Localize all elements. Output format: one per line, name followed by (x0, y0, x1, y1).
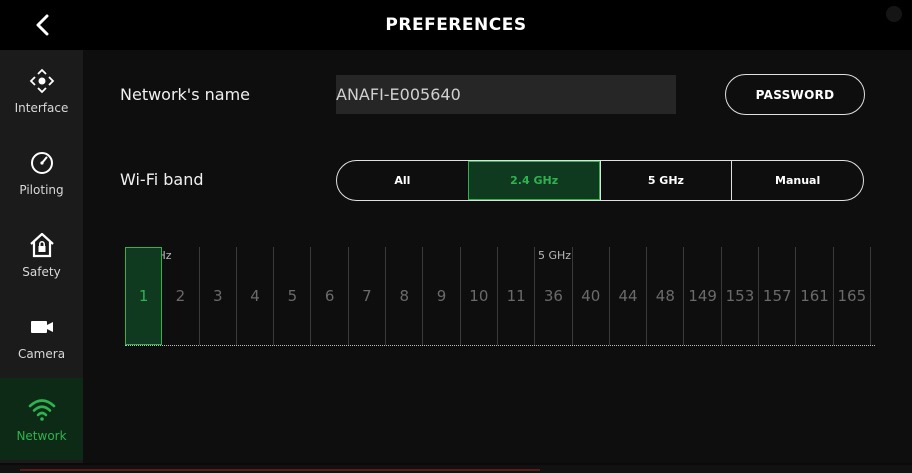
password-button[interactable]: PASSWORD (725, 74, 865, 115)
channel-7[interactable]: 7 (349, 247, 387, 345)
sidebar: Interface Piloting Safety Camera Network (0, 50, 83, 463)
sidebar-item-label: Camera (17, 347, 66, 361)
band-option-manual[interactable]: Manual (731, 161, 863, 200)
sidebar-item-label: Network (16, 429, 67, 443)
channel-48[interactable]: 48 (647, 247, 685, 345)
channel-149[interactable]: 149 (685, 247, 722, 345)
channel-157[interactable]: 157 (759, 247, 797, 345)
channel-5[interactable]: 5 (274, 247, 312, 345)
channel-153[interactable]: 153 (722, 247, 760, 345)
header-bar: PREFERENCES (0, 0, 912, 50)
wifi-band-label: Wi-Fi band (120, 170, 204, 189)
network-name-input[interactable] (336, 75, 676, 114)
band-option-5ghz[interactable]: 5 GHz (599, 161, 732, 200)
sidebar-item-network[interactable]: Network (0, 378, 83, 460)
gauge-icon (28, 149, 56, 177)
channel-2[interactable]: 2 (162, 247, 200, 345)
wifi-icon (27, 395, 57, 423)
channel-40[interactable]: 40 (573, 247, 610, 345)
dpad-icon (28, 67, 56, 95)
bottom-indicator-line (20, 469, 540, 471)
home-lock-icon (28, 231, 56, 259)
sidebar-item-label: Safety (22, 265, 61, 279)
channel-9[interactable]: 9 (423, 247, 461, 345)
band-option-24ghz[interactable]: 2.4 GHz (467, 161, 600, 200)
channel-36[interactable]: 36 (535, 247, 573, 345)
channel-10[interactable]: 10 (461, 247, 498, 345)
page-title: PREFERENCES (385, 15, 527, 35)
channel-baseline (125, 345, 875, 346)
channel-1[interactable]: 1 (125, 247, 163, 345)
channel-165[interactable]: 165 (834, 247, 871, 345)
chevron-left-icon (36, 14, 49, 36)
channel-4[interactable]: 4 (237, 247, 275, 345)
back-button[interactable] (28, 10, 58, 40)
channel-161[interactable]: 161 (796, 247, 834, 345)
sidebar-item-camera[interactable]: Camera (0, 296, 83, 378)
channel-11[interactable]: 11 (498, 247, 536, 345)
channel-8[interactable]: 8 (386, 247, 424, 345)
corner-indicator (886, 6, 902, 22)
network-settings-panel: Network's name PASSWORD Wi-Fi band All 2… (83, 50, 912, 463)
sidebar-item-safety[interactable]: Safety (0, 214, 83, 296)
network-name-label: Network's name (120, 85, 250, 104)
channel-3[interactable]: 3 (200, 247, 237, 345)
sidebar-item-interface[interactable]: Interface (0, 50, 83, 132)
channel-selector: 2.4 GHz 5 GHz 12345678910113640444814915… (125, 247, 875, 347)
channel-44[interactable]: 44 (610, 247, 648, 345)
channel-6[interactable]: 6 (312, 247, 349, 345)
video-camera-icon (28, 313, 56, 341)
wifi-band-selector: All 2.4 GHz 5 GHz Manual (336, 160, 864, 201)
sidebar-item-label: Piloting (19, 183, 64, 197)
sidebar-item-piloting[interactable]: Piloting (0, 132, 83, 214)
sidebar-item-label: Interface (14, 101, 69, 115)
band-option-all[interactable]: All (337, 161, 468, 200)
